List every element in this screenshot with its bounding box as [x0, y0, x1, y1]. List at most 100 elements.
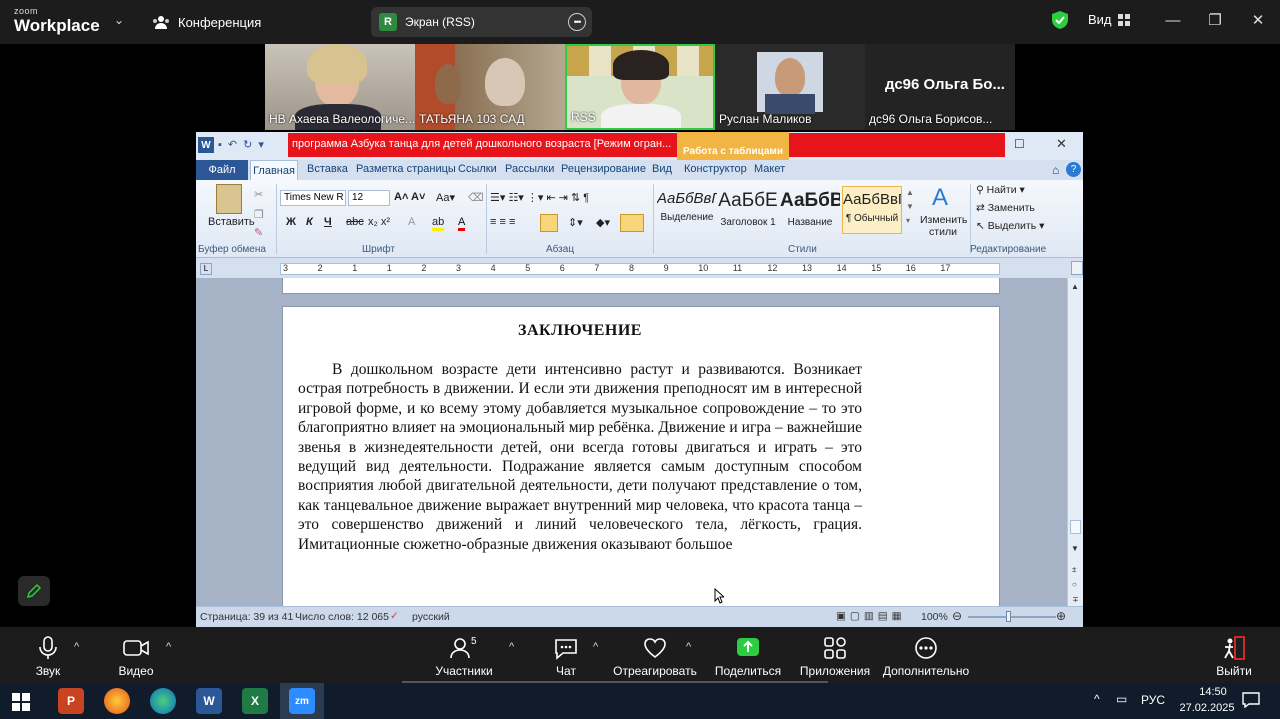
- scroll-thumb[interactable]: [1070, 520, 1081, 534]
- participants-button[interactable]: 5 Участники: [424, 636, 504, 678]
- horizontal-ruler[interactable]: L 3 2 1 1 2 3 4 5 6 7 8 9 10 11 12 13 14 15 16 17: [196, 258, 1083, 278]
- replace-button[interactable]: ⇄ Заменить: [976, 202, 1035, 214]
- bold-icon[interactable]: Ж: [286, 216, 296, 228]
- close-icon[interactable]: ✕: [1245, 10, 1271, 30]
- close-icon[interactable]: ✕: [1056, 136, 1067, 152]
- borders-icon[interactable]: [620, 214, 644, 232]
- paste-icon[interactable]: [216, 184, 242, 214]
- tab-stop-icon[interactable]: L: [200, 263, 212, 275]
- bullets-icon[interactable]: ☰▾ ☷▾ ⋮▾ ⇤ ⇥ ⇅ ¶: [490, 191, 589, 204]
- tab-references[interactable]: Ссылки: [458, 163, 497, 175]
- more-options-icon[interactable]: •••: [568, 13, 586, 31]
- tab-review[interactable]: Рецензирование: [561, 163, 646, 175]
- firefox-icon[interactable]: [104, 688, 130, 714]
- apps-button[interactable]: Приложения: [795, 636, 875, 678]
- view-mode-icons[interactable]: ▣▢▥▤▦: [836, 610, 906, 622]
- maximize-icon[interactable]: ☐: [1014, 137, 1025, 151]
- conference-button[interactable]: Конференция: [152, 12, 261, 32]
- change-styles-button[interactable]: Изменить стили: [920, 214, 967, 238]
- excel-icon[interactable]: X: [242, 688, 268, 714]
- share-screen-button[interactable]: Поделиться: [706, 636, 790, 678]
- scroll-down-icon[interactable]: ▼: [1071, 544, 1079, 553]
- ruler-toggle-icon[interactable]: [1071, 261, 1083, 275]
- chevron-down-icon[interactable]: ⌄: [114, 13, 124, 27]
- browse-icons[interactable]: ± ○ ∓: [1072, 562, 1079, 607]
- cut-icon[interactable]: ✂: [254, 188, 263, 201]
- network-icon[interactable]: ▭: [1116, 692, 1127, 706]
- style-normal[interactable]: АаБбВвГ ¶ Обычный: [842, 186, 902, 234]
- tab-mailings[interactable]: Рассылки: [505, 163, 554, 175]
- participant-tile[interactable]: дс96 Ольга Бо... дс96 Ольга Борисов...: [865, 44, 1015, 130]
- italic-icon[interactable]: К: [306, 216, 313, 228]
- highlight-icon[interactable]: ab: [432, 216, 445, 231]
- style-heading1[interactable]: АаБбЕ Заголовок 1: [718, 186, 778, 234]
- scroll-up-icon[interactable]: ▲: [1071, 282, 1079, 291]
- leave-button[interactable]: Выйти: [1194, 636, 1274, 678]
- view-button[interactable]: Вид: [1088, 12, 1130, 27]
- styles-scroll[interactable]: ▲ ▼ ▾: [906, 186, 914, 228]
- underline-icon[interactable]: Ч: [324, 216, 332, 228]
- zoom-slider[interactable]: [968, 616, 1056, 618]
- grow-font-icon[interactable]: A˄ A˅: [394, 191, 425, 203]
- restore-icon[interactable]: ❐: [1202, 10, 1228, 30]
- copy-icon[interactable]: ❐: [254, 208, 264, 221]
- justify-icon[interactable]: [540, 214, 558, 232]
- select-button[interactable]: ↖ Выделить ▾: [976, 220, 1044, 232]
- language[interactable]: русский: [412, 611, 450, 623]
- find-button[interactable]: ⚲ Найти ▾: [976, 184, 1025, 196]
- tab-view[interactable]: Вид: [652, 163, 672, 175]
- font-name-select[interactable]: Times New R: [280, 190, 346, 206]
- shading-icon[interactable]: ◆▾: [596, 216, 610, 229]
- shield-icon[interactable]: [1051, 10, 1069, 30]
- align-icons[interactable]: ≡ ≡ ≡: [490, 216, 515, 228]
- react-caret[interactable]: ^: [686, 641, 691, 653]
- tab-design[interactable]: Конструктор: [684, 163, 747, 175]
- vertical-scrollbar[interactable]: ▲ ▼ ± ○ ∓: [1067, 278, 1083, 606]
- clock-date[interactable]: 27.02.2025: [1172, 702, 1242, 714]
- notifications-icon[interactable]: [1242, 692, 1260, 708]
- windows-start-icon[interactable]: [12, 693, 30, 711]
- tab-insert[interactable]: Вставка: [307, 163, 348, 175]
- text-effect-icon[interactable]: A: [408, 216, 415, 228]
- video-options-caret[interactable]: ^: [166, 641, 171, 653]
- participants-caret[interactable]: ^: [509, 641, 514, 653]
- video-button[interactable]: Видео: [96, 636, 176, 678]
- font-color-icon[interactable]: A: [458, 216, 466, 231]
- zoom-in-icon[interactable]: ⊕: [1056, 609, 1066, 623]
- annotate-button[interactable]: [18, 576, 50, 606]
- ribbon-minimize-icon[interactable]: ⌂: [1052, 163, 1059, 177]
- word-count[interactable]: Число слов: 12 065: [295, 611, 389, 623]
- style-emphasis[interactable]: АаБбВвГ Выделение: [657, 186, 717, 234]
- style-title[interactable]: АаБбВ Название: [780, 186, 840, 234]
- participant-tile[interactable]: ТАТЬЯНА 103 САД: [415, 44, 565, 130]
- screen-share-indicator[interactable]: R Экран (RSS) •••: [371, 7, 592, 37]
- edge-icon[interactable]: [150, 688, 176, 714]
- powerpoint-icon[interactable]: P: [58, 688, 84, 714]
- participant-tile[interactable]: Руслан Маликов: [715, 44, 865, 130]
- strike-icon[interactable]: abc: [346, 216, 364, 228]
- tab-home[interactable]: Главная: [250, 160, 298, 180]
- more-button[interactable]: Дополнительно: [880, 636, 972, 678]
- tab-file[interactable]: Файл: [196, 160, 248, 180]
- font-size-select[interactable]: 12: [348, 190, 390, 206]
- zoom-slider-thumb[interactable]: [1006, 611, 1011, 622]
- format-painter-icon[interactable]: ✎: [254, 226, 263, 239]
- clock-time[interactable]: 14:50: [1186, 686, 1240, 698]
- quick-access-toolbar[interactable]: ▪↶↻▾: [218, 138, 270, 151]
- zoom-out-icon[interactable]: ⊖: [952, 609, 962, 623]
- tray-chevron-icon[interactable]: ^: [1094, 692, 1100, 706]
- minimize-icon[interactable]: —: [1160, 10, 1186, 30]
- help-icon[interactable]: ?: [1066, 162, 1081, 177]
- document-area[interactable]: ЗАКЛЮЧЕНИЕ В дошкольном возрасте дети ин…: [196, 278, 1067, 606]
- tab-page-layout[interactable]: Разметка страницы: [356, 163, 456, 175]
- zoom-icon[interactable]: zm: [289, 688, 315, 714]
- word-icon[interactable]: W: [196, 688, 222, 714]
- participant-tile[interactable]: НВ Ахаева Валеологиче...: [265, 44, 415, 130]
- clear-format-icon[interactable]: ⌫: [468, 191, 484, 204]
- chat-caret[interactable]: ^: [593, 641, 598, 653]
- paste-button[interactable]: Вставить: [208, 216, 255, 228]
- subscript-icon[interactable]: x₂ x²: [368, 216, 390, 228]
- tab-layout[interactable]: Макет: [754, 163, 785, 175]
- audio-options-caret[interactable]: ^: [74, 641, 79, 653]
- zoom-level[interactable]: 100%: [921, 611, 948, 623]
